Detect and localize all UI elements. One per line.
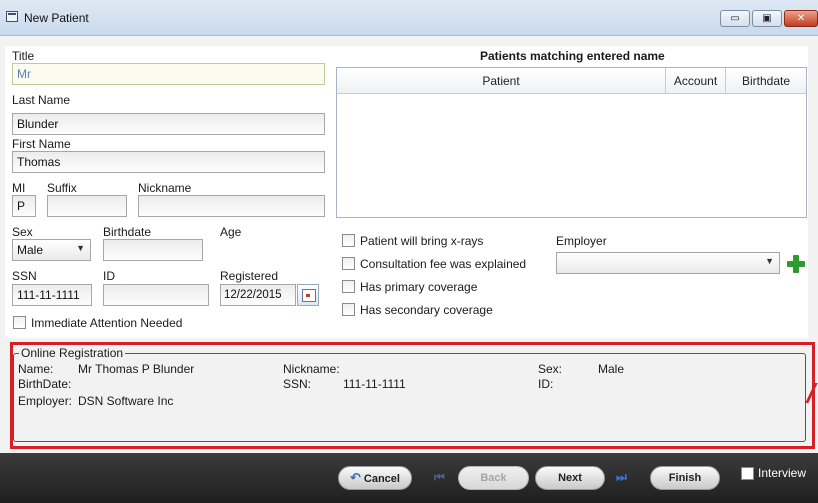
first-name-input[interactable] xyxy=(12,151,325,173)
suffix-input[interactable] xyxy=(47,195,127,217)
cancel-button[interactable]: ↶ Cancel xyxy=(338,466,412,490)
mi-input[interactable] xyxy=(12,195,36,217)
xrays-checkbox[interactable] xyxy=(342,234,355,247)
online-ssn-value: 111-11-1111 xyxy=(343,377,406,391)
ssn-label: SSN xyxy=(12,269,37,283)
online-nickname-label: Nickname: xyxy=(283,362,340,376)
nickname-input[interactable] xyxy=(138,195,325,217)
online-birthdate-label: BirthDate: xyxy=(18,377,72,391)
secondary-coverage-label: Has secondary coverage xyxy=(360,303,493,317)
chevron-down-icon: ▼ xyxy=(765,256,774,266)
registered-label: Registered xyxy=(220,269,279,283)
column-header-birthdate[interactable]: Birthdate xyxy=(726,68,806,94)
sex-select[interactable]: Male ▼ xyxy=(12,239,91,261)
nickname-label: Nickname xyxy=(138,181,192,195)
close-button[interactable]: ✕ xyxy=(784,10,818,27)
online-registration-legend: Online Registration xyxy=(19,346,126,360)
title-label: Title xyxy=(12,49,35,63)
column-header-patient[interactable]: Patient xyxy=(337,68,666,94)
undo-icon: ↶ xyxy=(350,470,361,485)
last-name-input[interactable] xyxy=(12,113,325,135)
add-employer-icon[interactable] xyxy=(786,254,806,274)
last-record-icon[interactable]: ⏭ xyxy=(616,470,627,485)
matches-grid-header: Patient Account Birthdate xyxy=(337,68,806,94)
window-icon xyxy=(6,11,18,22)
minimize-button[interactable]: ▭ xyxy=(720,10,750,27)
consultation-label: Consultation fee was explained xyxy=(360,257,527,271)
window-title: New Patient xyxy=(24,11,89,25)
primary-coverage-checkbox[interactable] xyxy=(342,280,355,293)
interview-checkbox[interactable] xyxy=(741,467,754,480)
ssn-input[interactable] xyxy=(12,284,92,306)
suffix-label: Suffix xyxy=(47,181,77,195)
finish-button[interactable]: Finish xyxy=(650,466,720,490)
first-record-icon[interactable]: ⏮ xyxy=(434,470,445,485)
employer-select[interactable]: ▼ xyxy=(556,252,780,274)
online-employer-label: Employer: xyxy=(18,394,73,408)
maximize-button[interactable]: ▣ xyxy=(752,10,782,27)
online-id-label: ID: xyxy=(538,377,554,391)
chevron-down-icon: ▼ xyxy=(76,243,85,253)
birthdate-label: Birthdate xyxy=(103,225,152,239)
online-sex-label: Sex: xyxy=(538,362,563,376)
sex-label: Sex xyxy=(12,225,33,239)
interview-label: Interview xyxy=(758,466,807,480)
cancel-button-label: Cancel xyxy=(363,473,400,485)
online-name-label: Name: xyxy=(18,362,54,376)
id-input[interactable] xyxy=(103,284,209,306)
mi-label: MI xyxy=(12,181,26,195)
next-button[interactable]: Next xyxy=(535,466,605,490)
consultation-checkbox[interactable] xyxy=(342,257,355,270)
back-button[interactable]: Back xyxy=(458,466,529,490)
secondary-coverage-checkbox[interactable] xyxy=(342,303,355,316)
id-label: ID xyxy=(103,269,115,283)
sex-select-value: Male xyxy=(17,243,44,257)
matches-title: Patients matching entered name xyxy=(480,49,665,63)
column-header-account[interactable]: Account xyxy=(666,68,726,94)
registered-input[interactable] xyxy=(220,284,296,306)
immediate-attention-label: Immediate Attention Needed xyxy=(31,316,183,330)
birthdate-input[interactable] xyxy=(103,239,203,261)
xrays-label: Patient will bring x-rays xyxy=(360,234,484,248)
primary-coverage-label: Has primary coverage xyxy=(360,280,478,294)
employer-label: Employer xyxy=(556,234,607,248)
last-name-label: Last Name xyxy=(12,93,71,107)
title-bar: New Patient ▭ ▣ ✕ xyxy=(0,0,818,36)
age-label: Age xyxy=(220,225,242,239)
first-name-label: First Name xyxy=(12,137,71,151)
online-employer-value: DSN Software Inc xyxy=(78,394,174,408)
online-name-value: Mr Thomas P Blunder xyxy=(78,362,195,376)
online-ssn-label: SSN: xyxy=(283,377,312,391)
immediate-attention-checkbox[interactable] xyxy=(13,316,26,329)
calendar-icon[interactable] xyxy=(297,284,319,306)
title-input[interactable] xyxy=(12,63,325,85)
online-sex-value: Male xyxy=(598,362,625,376)
matches-grid[interactable]: Patient Account Birthdate xyxy=(336,67,807,218)
